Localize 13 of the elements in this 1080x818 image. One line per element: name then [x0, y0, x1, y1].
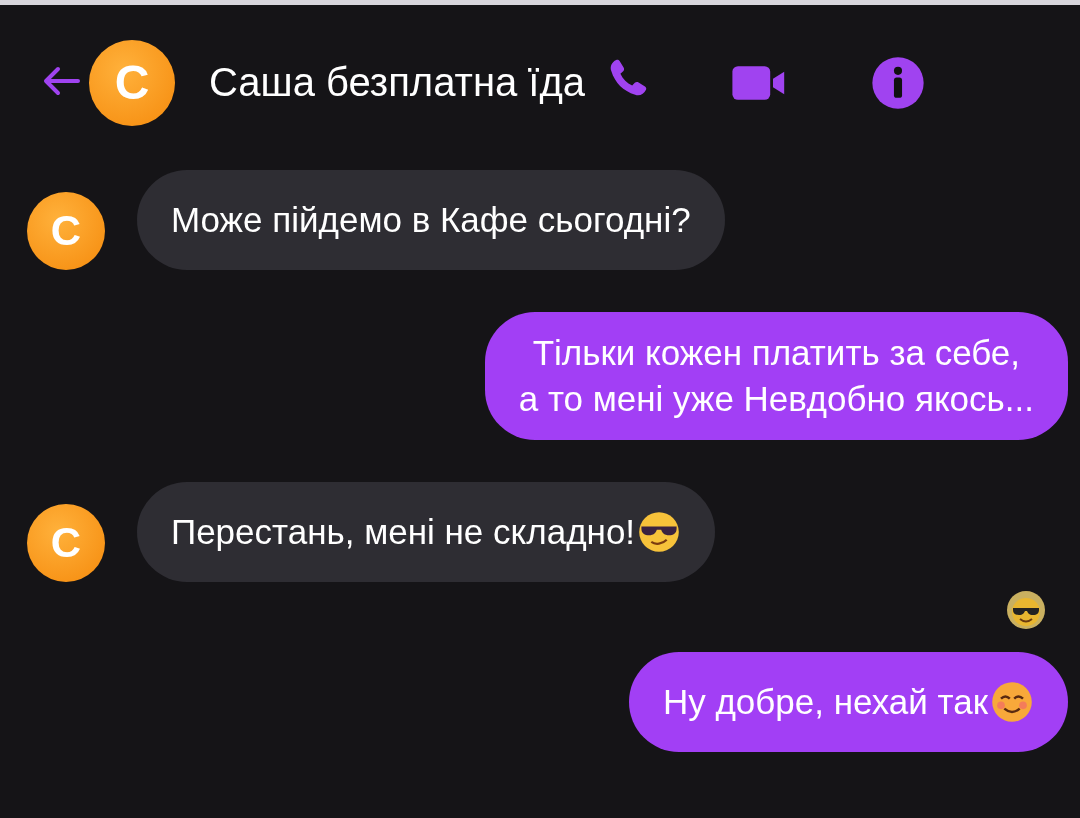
- contact-avatar: С: [89, 39, 175, 126]
- message-text: Перестань, мені не складно!: [171, 511, 636, 553]
- seen-avatar-icon: [1006, 590, 1046, 630]
- sender-avatar: С: [27, 504, 105, 582]
- message-text: Може пійдемо в Кафе сьогодні?: [171, 199, 691, 241]
- info-icon[interactable]: [871, 55, 926, 110]
- back-arrow-icon[interactable]: [42, 65, 82, 96]
- message-text: Тільки кожен платить за себе, а то мені уже Невдобно якось...: [518, 332, 1034, 420]
- smiling-face-icon: [990, 680, 1034, 724]
- message-text: Ну добре, нехай так: [662, 681, 988, 723]
- sunglasses-face-icon: [637, 510, 682, 554]
- chat-title: Саша безплатна їда: [209, 60, 586, 105]
- sender-avatar: С: [27, 192, 105, 270]
